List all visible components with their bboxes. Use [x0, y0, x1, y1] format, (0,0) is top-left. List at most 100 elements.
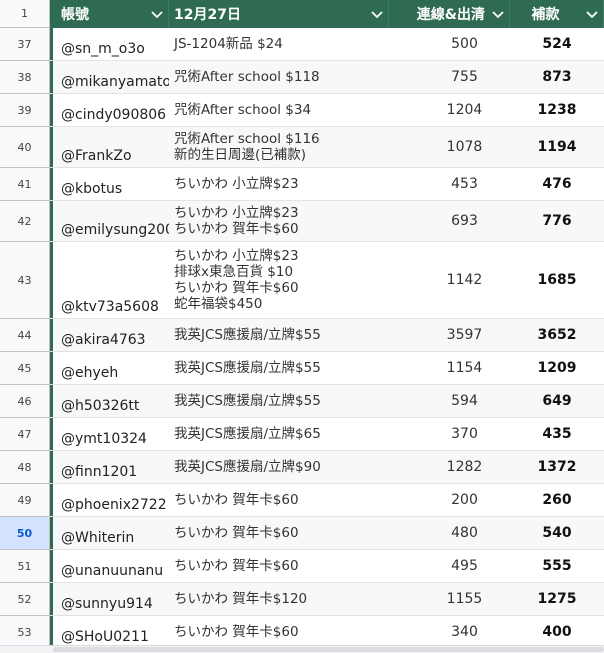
- cell-account[interactable]: @sn_m_o3o: [53, 28, 169, 60]
- cell-payment[interactable]: 1685: [510, 242, 604, 318]
- row-number[interactable]: 51: [0, 550, 50, 583]
- cell-account[interactable]: @Whiterin: [53, 517, 169, 549]
- cell-items[interactable]: 我英JCS應援扇/立牌$55: [169, 352, 389, 384]
- row-number[interactable]: 50: [0, 517, 50, 550]
- cell-items[interactable]: JS-1204新品 $24: [169, 28, 389, 60]
- chevron-down-icon[interactable]: [366, 3, 388, 25]
- cell-account[interactable]: @h50326tt: [53, 385, 169, 417]
- cell-connection[interactable]: 370: [389, 418, 510, 450]
- cell-account[interactable]: @SHoU0211: [53, 616, 169, 648]
- row-number[interactable]: 44: [0, 319, 50, 352]
- cell-connection[interactable]: 594: [389, 385, 510, 417]
- chevron-down-icon[interactable]: [487, 3, 509, 25]
- chevron-down-icon[interactable]: [146, 3, 168, 25]
- cell-items[interactable]: 我英JCS應援扇/立牌$65: [169, 418, 389, 450]
- cell-account[interactable]: @ktv73a5608: [53, 242, 169, 318]
- cell-payment[interactable]: 3652: [510, 319, 604, 351]
- table-row: 39 @cindy090806 咒術After school $34 1204 1238: [0, 94, 604, 127]
- cell-payment[interactable]: 1194: [510, 127, 604, 167]
- cell-connection[interactable]: 340: [389, 616, 510, 648]
- row-number[interactable]: 42: [0, 201, 50, 242]
- cell-account[interactable]: @cindy090806: [53, 94, 169, 126]
- cell-payment[interactable]: 1372: [510, 451, 604, 483]
- cell-items[interactable]: ちいかわ 賀年卡$60: [169, 550, 389, 582]
- cell-payment[interactable]: 776: [510, 201, 604, 241]
- cell-items[interactable]: ちいかわ 小立牌$23 ちいかわ 賀年卡$60: [169, 201, 389, 241]
- cell-items[interactable]: 咒術After school $34: [169, 94, 389, 126]
- cell-connection[interactable]: 480: [389, 517, 510, 549]
- row-number[interactable]: 45: [0, 352, 50, 385]
- row-number[interactable]: 43: [0, 242, 50, 319]
- column-header-payment[interactable]: 補款: [510, 0, 604, 28]
- cell-account[interactable]: @phoenix2722: [53, 484, 169, 516]
- cell-connection[interactable]: 693: [389, 201, 510, 241]
- scrollbar-thumb[interactable]: [53, 647, 604, 652]
- cell-account[interactable]: @ymt10324: [53, 418, 169, 450]
- cell-payment[interactable]: 400: [510, 616, 604, 648]
- cell-payment[interactable]: 524: [510, 28, 604, 60]
- cell-items[interactable]: 我英JCS應援扇/立牌$55: [169, 319, 389, 351]
- cell-connection[interactable]: 1154: [389, 352, 510, 384]
- cell-connection[interactable]: 1142: [389, 242, 510, 318]
- row-number[interactable]: 48: [0, 451, 50, 484]
- cell-item-line: ちいかわ 小立牌$23: [174, 205, 299, 221]
- header-row-number[interactable]: 1: [0, 0, 50, 28]
- cell-items[interactable]: ちいかわ 賀年卡$60: [169, 616, 389, 648]
- row-number[interactable]: 46: [0, 385, 50, 418]
- cell-payment[interactable]: 1209: [510, 352, 604, 384]
- row-number[interactable]: 40: [0, 127, 50, 168]
- column-header-account[interactable]: 帳號: [53, 0, 169, 28]
- column-header-connection[interactable]: 連線&出清: [389, 0, 510, 28]
- cell-connection[interactable]: 1282: [389, 451, 510, 483]
- cell-payment[interactable]: 1238: [510, 94, 604, 126]
- cell-connection[interactable]: 755: [389, 61, 510, 93]
- cell-payment[interactable]: 555: [510, 550, 604, 582]
- cell-account[interactable]: @sunnyu914: [53, 583, 169, 615]
- cell-connection[interactable]: 3597: [389, 319, 510, 351]
- cell-items[interactable]: 咒術After school $118: [169, 61, 389, 93]
- cell-payment[interactable]: 260: [510, 484, 604, 516]
- cell-items[interactable]: ちいかわ 賀年卡$60: [169, 517, 389, 549]
- cell-connection[interactable]: 500: [389, 28, 510, 60]
- cell-account[interactable]: @kbotus: [53, 168, 169, 200]
- cell-payment[interactable]: 435: [510, 418, 604, 450]
- table-row: 40 @FrankZo 咒術After school $116 新的生日周邊(已補款)…: [0, 127, 604, 168]
- row-number[interactable]: 52: [0, 583, 50, 616]
- cell-account[interactable]: @mikanyamatob: [53, 61, 169, 93]
- cell-payment[interactable]: 1275: [510, 583, 604, 615]
- cell-account[interactable]: @finn1201: [53, 451, 169, 483]
- table-row: 46 @h50326tt 我英JCS應援扇/立牌$55 594 649: [0, 385, 604, 418]
- row-number[interactable]: 37: [0, 28, 50, 61]
- cell-connection[interactable]: 453: [389, 168, 510, 200]
- cell-connection[interactable]: 1155: [389, 583, 510, 615]
- row-number[interactable]: 47: [0, 418, 50, 451]
- cell-connection[interactable]: 200: [389, 484, 510, 516]
- cell-items[interactable]: 咒術After school $116 新的生日周邊(已補款): [169, 127, 389, 167]
- row-number[interactable]: 41: [0, 168, 50, 201]
- cell-item-line: 新的生日周邊(已補款): [174, 147, 307, 163]
- cell-account[interactable]: @unanuunanu: [53, 550, 169, 582]
- chevron-down-icon[interactable]: [581, 3, 603, 25]
- cell-connection[interactable]: 1204: [389, 94, 510, 126]
- cell-payment[interactable]: 476: [510, 168, 604, 200]
- cell-connection[interactable]: 1078: [389, 127, 510, 167]
- cell-items[interactable]: ちいかわ 賀年卡$120: [169, 583, 389, 615]
- cell-account[interactable]: @ehyeh: [53, 352, 169, 384]
- cell-payment[interactable]: 540: [510, 517, 604, 549]
- cell-items[interactable]: 我英JCS應援扇/立牌$90: [169, 451, 389, 483]
- cell-payment[interactable]: 873: [510, 61, 604, 93]
- cell-connection[interactable]: 495: [389, 550, 510, 582]
- cell-account[interactable]: @FrankZo: [53, 127, 169, 167]
- row-number[interactable]: 39: [0, 94, 50, 127]
- cell-item-line: ちいかわ 賀年卡$60: [174, 221, 299, 237]
- cell-items[interactable]: ちいかわ 小立牌$23: [169, 168, 389, 200]
- cell-account[interactable]: @akira4763: [53, 319, 169, 351]
- cell-payment[interactable]: 649: [510, 385, 604, 417]
- cell-account[interactable]: @emilysung2000: [53, 201, 169, 241]
- cell-items[interactable]: 我英JCS應援扇/立牌$55: [169, 385, 389, 417]
- row-number[interactable]: 49: [0, 484, 50, 517]
- cell-items[interactable]: ちいかわ 小立牌$23 排球x東急百貨 $10 ちいかわ 賀年卡$60 蛇年福袋$45…: [169, 242, 389, 318]
- row-number[interactable]: 38: [0, 61, 50, 94]
- cell-items[interactable]: ちいかわ 賀年卡$60: [169, 484, 389, 516]
- column-header-date[interactable]: 12月27日: [169, 0, 389, 28]
